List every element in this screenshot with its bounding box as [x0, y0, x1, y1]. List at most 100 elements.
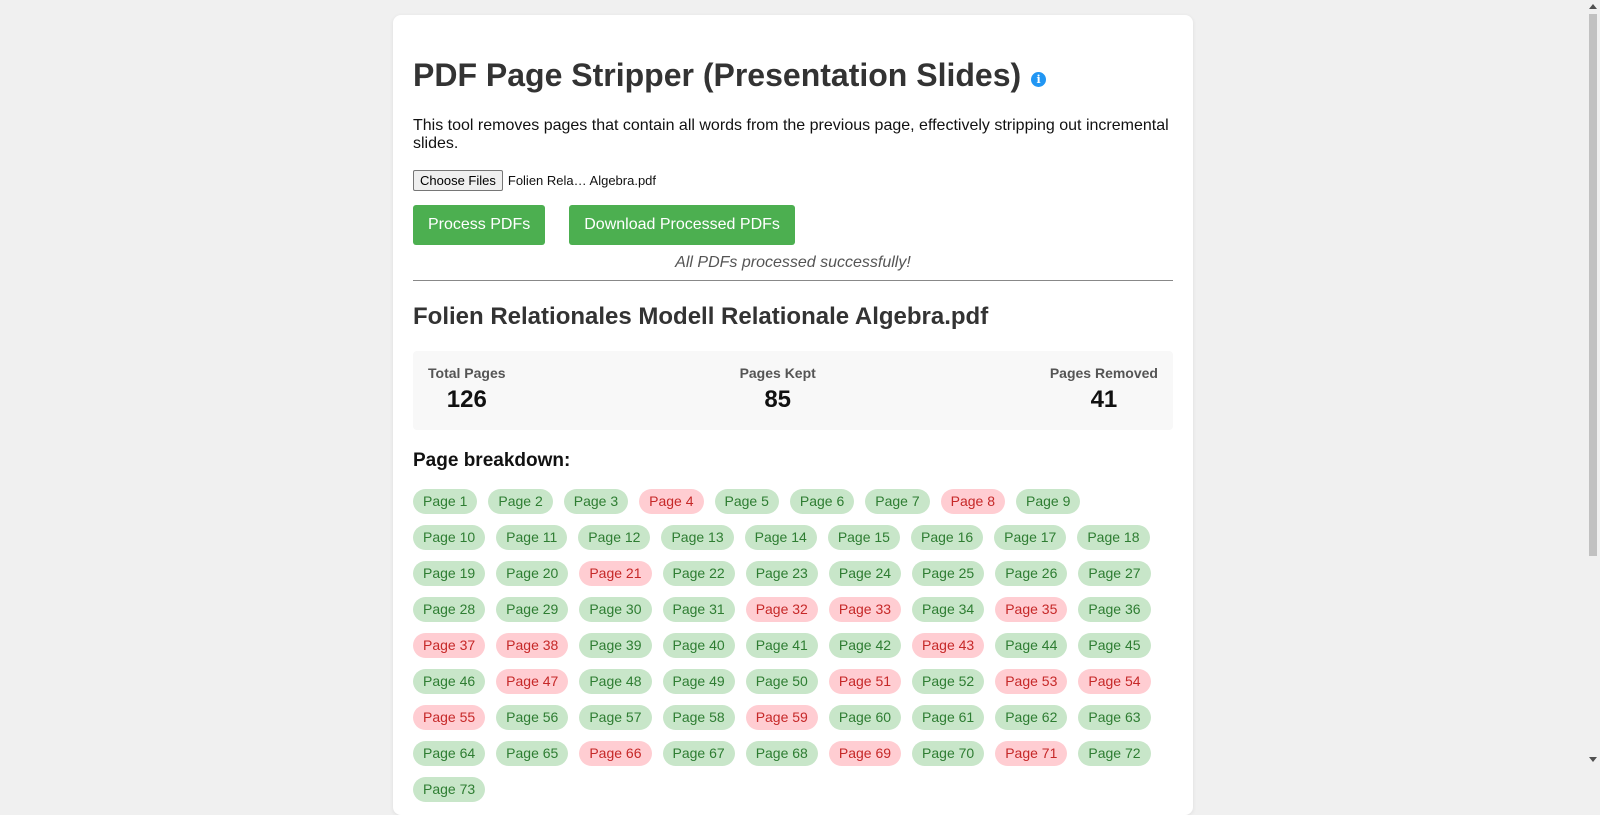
- title-row: PDF Page Stripper (Presentation Slides) …: [413, 55, 1173, 95]
- page-pill-kept: Page 25: [912, 561, 985, 586]
- page-pill-kept: Page 50: [745, 669, 818, 694]
- page-pill-removed: Page 35: [995, 597, 1068, 622]
- page-pill-kept: Page 45: [1078, 633, 1151, 658]
- page-pill-kept: Page 34: [912, 597, 985, 622]
- file-input[interactable]: Choose Files Folien Rela… Algebra.pdf: [413, 170, 1173, 191]
- page-pill-kept: Page 19: [413, 561, 486, 586]
- page-pill-kept: Page 67: [662, 741, 735, 766]
- page-pill-removed: Page 66: [579, 741, 652, 766]
- page-pill-kept: Page 10: [413, 525, 486, 550]
- page-pill-kept: Page 23: [745, 561, 818, 586]
- page-pill-kept: Page 68: [745, 741, 818, 766]
- page-pill-kept: Page 1: [413, 489, 478, 514]
- page-pill-kept: Page 22: [662, 561, 735, 586]
- page-pill-removed: Page 32: [745, 597, 818, 622]
- page-pill-kept: Page 48: [579, 669, 652, 694]
- stat-total-value: 126: [446, 386, 487, 413]
- action-buttons: Process PDFs Download Processed PDFs: [413, 205, 1173, 245]
- page-pill-kept: Page 62: [995, 705, 1068, 730]
- page-pill-removed: Page 54: [1078, 669, 1151, 694]
- page-pill-removed: Page 59: [745, 705, 818, 730]
- page-pill-kept: Page 26: [995, 561, 1068, 586]
- page-pill-kept: Page 65: [496, 741, 569, 766]
- page-pill-kept: Page 31: [662, 597, 735, 622]
- page-pill-kept: Page 6: [789, 489, 855, 514]
- page-pill-kept: Page 64: [413, 741, 486, 766]
- page-pill-removed: Page 47: [496, 669, 569, 694]
- stat-kept-label: Pages Kept: [739, 365, 816, 381]
- page-pill-kept: Page 57: [579, 705, 652, 730]
- page-pill-kept: Page 39: [579, 633, 652, 658]
- page-pill-removed: Page 43: [912, 633, 985, 658]
- download-processed-pdfs-button[interactable]: Download Processed PDFs: [569, 205, 795, 245]
- page-pill-kept: Page 46: [413, 669, 486, 694]
- page-pill-kept: Page 20: [496, 561, 569, 586]
- page-pill-removed: Page 4: [639, 489, 704, 514]
- stat-kept-value: 85: [764, 386, 792, 413]
- page-pill-kept: Page 11: [496, 525, 568, 550]
- page-breakdown-list: Page 1 Page 2 Page 3 Page 4 Page 5 Page 6 Page…: [413, 489, 1173, 813]
- page-pill-kept: Page 24: [828, 561, 902, 586]
- page-breakdown-title: Page breakdown:: [413, 450, 571, 471]
- page-pill-removed: Page 8: [940, 489, 1005, 514]
- page-pill-kept: Page 3: [563, 489, 629, 514]
- page-pill-kept: Page 42: [828, 633, 902, 658]
- page-pill-kept: Page 73: [413, 777, 486, 802]
- stat-total-label: Total Pages: [428, 365, 506, 381]
- page-pill-kept: Page 28: [413, 597, 486, 622]
- page-pill-kept: Page 17: [994, 525, 1067, 550]
- page-pill-kept: Page 2: [488, 489, 553, 514]
- page-pill-removed: Page 37: [413, 633, 486, 658]
- page-pill-kept: Page 41: [745, 633, 818, 658]
- page-title: PDF Page Stripper (Presentation Slides): [413, 57, 1022, 93]
- choose-files-button[interactable]: Choose Files: [413, 170, 503, 191]
- page-pill-kept: Page 15: [827, 525, 900, 550]
- stats-panel: Total Pages 126 Pages Kept 85 Pages Remo…: [413, 351, 1173, 430]
- page-pill-kept: Page 9: [1016, 489, 1081, 514]
- page-pill-kept: Page 56: [496, 705, 569, 730]
- info-icon[interactable]: i: [1031, 71, 1047, 87]
- page-pill-kept: Page 7: [865, 489, 930, 514]
- scrollbar-thumb[interactable]: [1589, 14, 1597, 556]
- page-pill-kept: Page 36: [1078, 597, 1151, 622]
- page-pill-kept: Page 14: [744, 525, 817, 550]
- page-pill-removed: Page 69: [828, 741, 902, 766]
- stat-removed-label: Pages Removed: [1049, 365, 1158, 381]
- process-pdfs-button[interactable]: Process PDFs: [413, 205, 546, 245]
- page-pill-kept: Page 49: [662, 669, 735, 694]
- page-pill-kept: Page 18: [1077, 525, 1150, 550]
- status-message: All PDFs processed successfully!: [675, 254, 911, 271]
- stat-pages-removed: Pages Removed 41: [1050, 351, 1158, 430]
- page-pill-removed: Page 33: [828, 597, 902, 622]
- stat-pages-kept: Pages Kept 85: [740, 351, 816, 430]
- tool-description: This tool removes pages that contain all…: [413, 117, 1169, 152]
- page-pill-kept: Page 44: [995, 633, 1068, 658]
- page-pill-kept: Page 13: [661, 525, 734, 550]
- vertical-scrollbar[interactable]: [1586, 0, 1600, 766]
- page-pill-removed: Page 38: [496, 633, 569, 658]
- page-pill-removed: Page 71: [995, 741, 1068, 766]
- page-pill-removed: Page 53: [995, 669, 1068, 694]
- page-pill-kept: Page 27: [1078, 561, 1151, 586]
- scroll-down-arrow-icon[interactable]: [1589, 757, 1597, 762]
- result-filename: Folien Relationales Modell Relationale A…: [413, 303, 989, 330]
- page-pill-kept: Page 63: [1078, 705, 1151, 730]
- main-card: PDF Page Stripper (Presentation Slides) …: [393, 15, 1193, 815]
- stat-removed-value: 41: [1090, 386, 1118, 413]
- stat-total-pages: Total Pages 126: [428, 351, 506, 430]
- page-pill-kept: Page 52: [912, 669, 985, 694]
- page-pill-removed: Page 55: [413, 705, 486, 730]
- page-pill-kept: Page 30: [579, 597, 652, 622]
- page-pill-kept: Page 29: [496, 597, 569, 622]
- page-pill-kept: Page 16: [910, 525, 984, 550]
- divider: [413, 280, 1173, 281]
- page-pill-kept: Page 70: [912, 741, 985, 766]
- page-pill-kept: Page 12: [578, 525, 651, 550]
- selected-file-name: Folien Rela… Algebra.pdf: [507, 173, 657, 188]
- page-pill-kept: Page 40: [662, 633, 735, 658]
- page-pill-removed: Page 51: [828, 669, 902, 694]
- scroll-up-arrow-icon[interactable]: [1589, 4, 1597, 9]
- page-pill-kept: Page 5: [714, 489, 779, 514]
- page-pill-kept: Page 58: [662, 705, 735, 730]
- page-pill-removed: Page 21: [579, 561, 652, 586]
